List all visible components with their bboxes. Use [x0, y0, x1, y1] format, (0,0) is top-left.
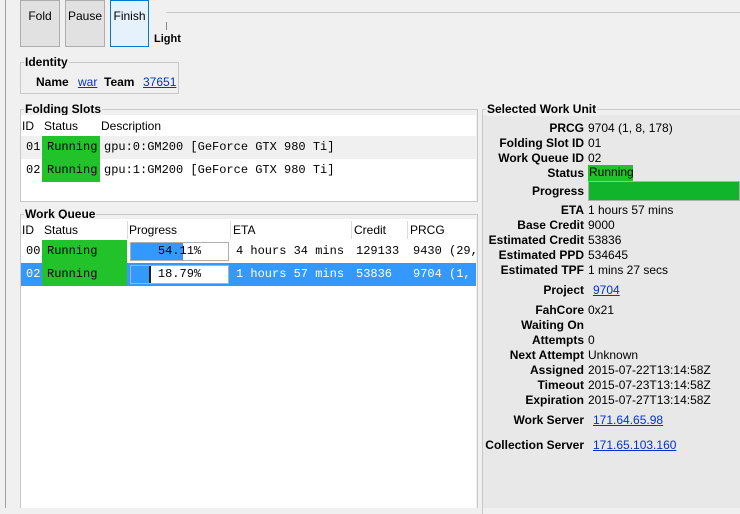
attempts-value: 0 [588, 333, 595, 347]
progress-bar-fill [589, 182, 739, 200]
estimated-tpf-value: 1 mins 27 secs [588, 263, 669, 277]
eta-label: ETA [560, 203, 584, 217]
queue-header-status[interactable]: Status [44, 223, 78, 237]
collection-server-link[interactable]: 171.65.103.160 [593, 438, 676, 453]
queue-status-badge: Running [42, 240, 127, 263]
folding-slot-id-label: Folding Slot ID [499, 136, 584, 150]
project-link[interactable]: 9704 [593, 283, 620, 298]
name-link[interactable]: war [78, 75, 97, 89]
progress-bar [588, 181, 740, 201]
estimated-ppd-label: Estimated PPD [498, 248, 584, 262]
queue-credit: 53836 [356, 267, 393, 281]
selected-work-unit-title: Selected Work Unit [486, 102, 598, 116]
power-slider-track[interactable] [166, 12, 740, 13]
slots-header-id[interactable]: ID [22, 119, 34, 133]
expiration-value: 2015-07-27T13:14:58Z [588, 393, 711, 407]
queue-header-credit[interactable]: Credit [354, 223, 386, 237]
slot-description: gpu:1:GM200 [GeForce GTX 980 Ti] [104, 163, 335, 177]
slot-row[interactable]: 01 Running gpu:0:GM200 [GeForce GTX 980 … [21, 136, 476, 159]
work-server-label: Work Server [513, 413, 584, 427]
queue-progress-text: 18.79% [157, 267, 202, 281]
assigned-label: Assigned [529, 363, 584, 377]
estimated-tpf-label: Estimated TPF [500, 263, 584, 277]
column-separator[interactable] [230, 221, 231, 239]
status-label: Status [547, 166, 584, 180]
queue-header-prcg[interactable]: PRCG [410, 223, 445, 237]
timeout-label: Timeout [537, 378, 584, 392]
slot-description: gpu:0:GM200 [GeForce GTX 980 Ti] [104, 140, 335, 154]
estimated-credit-label: Estimated Credit [488, 233, 584, 247]
slots-header-description[interactable]: Description [101, 119, 161, 133]
waiting-on-label: Waiting On [521, 318, 584, 332]
prcg-value: 9704 (1, 8, 178) [588, 121, 673, 135]
queue-prcg: 9430 (29, [413, 244, 476, 258]
slots-header-status[interactable]: Status [44, 119, 78, 133]
work-queue-id-value: 02 [588, 151, 602, 165]
queue-progress-bar: 18.79% [130, 265, 229, 284]
expiration-label: Expiration [525, 393, 584, 407]
queue-row[interactable]: 00 Running 54.11% 4 hours 34 mins 129133… [21, 240, 476, 263]
attempts-label: Attempts [531, 333, 584, 347]
estimated-ppd-value: 534645 [588, 248, 629, 262]
team-link[interactable]: 37651 [143, 75, 176, 89]
project-label: Project [543, 283, 584, 297]
identity-title: Identity [24, 55, 69, 69]
queue-row-selected[interactable]: 02 Running 18.79% 1 hours 57 mins 53836 … [21, 263, 476, 286]
folding-slots-table: ID Status Description 01 Running gpu:0:G… [21, 115, 476, 201]
work-server-link[interactable]: 171.64.65.98 [593, 413, 663, 428]
finish-button[interactable]: Finish [110, 0, 149, 47]
base-credit-label: Base Credit [517, 218, 584, 232]
eta-value: 1 hours 57 mins [588, 203, 674, 217]
base-credit-value: 9000 [588, 218, 615, 232]
column-separator[interactable] [407, 221, 408, 239]
name-label: Name [36, 75, 69, 89]
folding-slots-title: Folding Slots [24, 102, 102, 116]
power-level-label: Light [154, 33, 181, 45]
queue-credit: 129133 [356, 244, 400, 258]
queue-header-progress[interactable]: Progress [129, 223, 177, 237]
queue-id: 02 [26, 267, 41, 281]
power-slider-tick [166, 22, 167, 30]
progress-label: Progress [531, 184, 584, 198]
estimated-credit-value: 53836 [588, 233, 622, 247]
next-attempt-value: Unknown [588, 348, 639, 362]
queue-header-eta[interactable]: ETA [233, 223, 255, 237]
status-value-badge: Running [588, 165, 634, 181]
work-queue-table: ID Status Progress ETA Credit PRCG 00 Ru… [21, 219, 476, 508]
fahcore-label: FahCore [535, 303, 584, 317]
queue-id: 00 [26, 244, 41, 258]
prcg-label: PRCG [549, 121, 584, 135]
queue-status-badge: Running [42, 263, 127, 286]
work-queue-id-label: Work Queue ID [498, 151, 584, 165]
queue-eta: 1 hours 57 mins [236, 267, 345, 281]
slot-status-badge: Running [42, 159, 100, 182]
fahcore-value: 0x21 [588, 303, 615, 317]
column-separator[interactable] [351, 221, 352, 239]
queue-prcg: 9704 (1, [413, 267, 471, 281]
assigned-value: 2015-07-22T13:14:58Z [588, 363, 711, 377]
queue-eta: 4 hours 34 mins [236, 244, 345, 258]
queue-progress-text: 54.11% [157, 244, 202, 258]
queue-progress-bar: 54.11% [130, 242, 229, 261]
queue-header-id[interactable]: ID [22, 223, 34, 237]
timeout-value: 2015-07-23T13:14:58Z [588, 378, 711, 392]
collection-server-label: Collection Server [485, 438, 584, 452]
next-attempt-label: Next Attempt [509, 348, 584, 362]
pause-button[interactable]: Pause [65, 0, 105, 47]
folding-slot-id-value: 01 [588, 136, 602, 150]
team-label: Team [104, 75, 135, 89]
window-left-edge [5, 0, 6, 508]
slot-row[interactable]: 02 Running gpu:1:GM200 [GeForce GTX 980 … [21, 159, 476, 182]
slot-id: 02 [26, 163, 41, 177]
column-separator[interactable] [127, 221, 128, 239]
slot-id: 01 [26, 140, 41, 154]
fold-button[interactable]: Fold [20, 0, 60, 47]
slot-status-badge: Running [42, 136, 100, 159]
